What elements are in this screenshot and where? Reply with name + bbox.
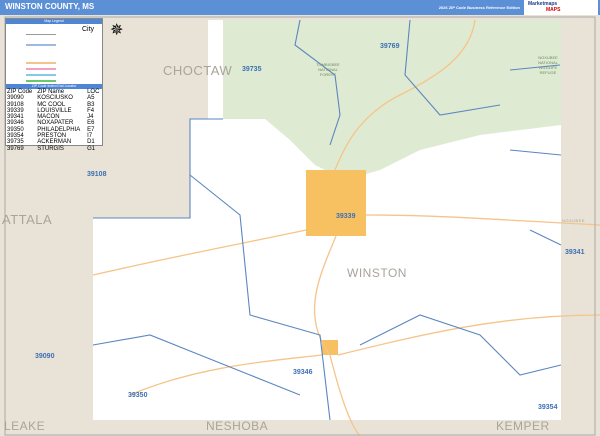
legend-city-label: City [82, 26, 95, 33]
legend-symbols: City [6, 24, 102, 84]
county-label-neshoba: NESHOBA [206, 419, 269, 433]
county-label-kemper: KEMPER [496, 419, 550, 433]
louisville-city [306, 170, 366, 236]
table-row: 39769 STURGIS G1 [6, 146, 102, 152]
zip-label: 39354 [538, 404, 558, 411]
title-bar: WINSTON COUNTY, MS 2026 ZIP Code Busines… [0, 0, 600, 15]
table-row: 39108 MC COOL B3 [6, 102, 102, 108]
zip-label: 39341 [565, 249, 585, 256]
county-label-leake: LEAKE [4, 419, 46, 433]
zip-label: 39350 [128, 392, 148, 399]
zip-label: 39735 [242, 66, 262, 73]
legend-panel: Map Legend City ZIP Code Index/Grid Loca… [5, 18, 103, 152]
table-row: 39735 ACKERMAN D1 [6, 139, 102, 145]
forest-label: TOMBIGBEE NATIONAL FOREST [316, 62, 340, 77]
refuge-label: NOXUBEE NATIONAL WILDLIFE REFUGE [538, 55, 558, 75]
loc: G1 [87, 145, 96, 152]
zip-label: 39108 [87, 171, 107, 178]
compass-rose-icon: ✵ [110, 22, 124, 39]
county-label-noxubee: NOXUBEE [562, 218, 586, 223]
edition-label: 2026 ZIP Code Business Reference Edition [438, 5, 520, 10]
county-label-choctaw: CHOCTAW [163, 63, 233, 78]
zip: 39769 [7, 145, 24, 152]
table-row: 39090 KOSCIUSKO A5 [6, 95, 102, 101]
zip-label: 39769 [380, 43, 400, 50]
zip-label: 39346 [293, 369, 313, 376]
county-label-winston: WINSTON [347, 266, 407, 280]
zip-index-table: ZIP Code ZIP Name LOC 39090 KOSCIUSKO A5 391… [6, 89, 102, 152]
name: STURGIS [37, 145, 64, 152]
publisher-logo: Marketmaps MAPS [524, 0, 598, 15]
zip-label: 39090 [35, 353, 55, 360]
logo-brand: MAPS [546, 7, 561, 13]
table-row: 39346 NOXAPATER E6 [6, 120, 102, 126]
map-title: WINSTON COUNTY, MS [5, 2, 95, 11]
zip-label: 39339 [336, 213, 356, 220]
county-label-attala: ATTALA [2, 212, 53, 227]
